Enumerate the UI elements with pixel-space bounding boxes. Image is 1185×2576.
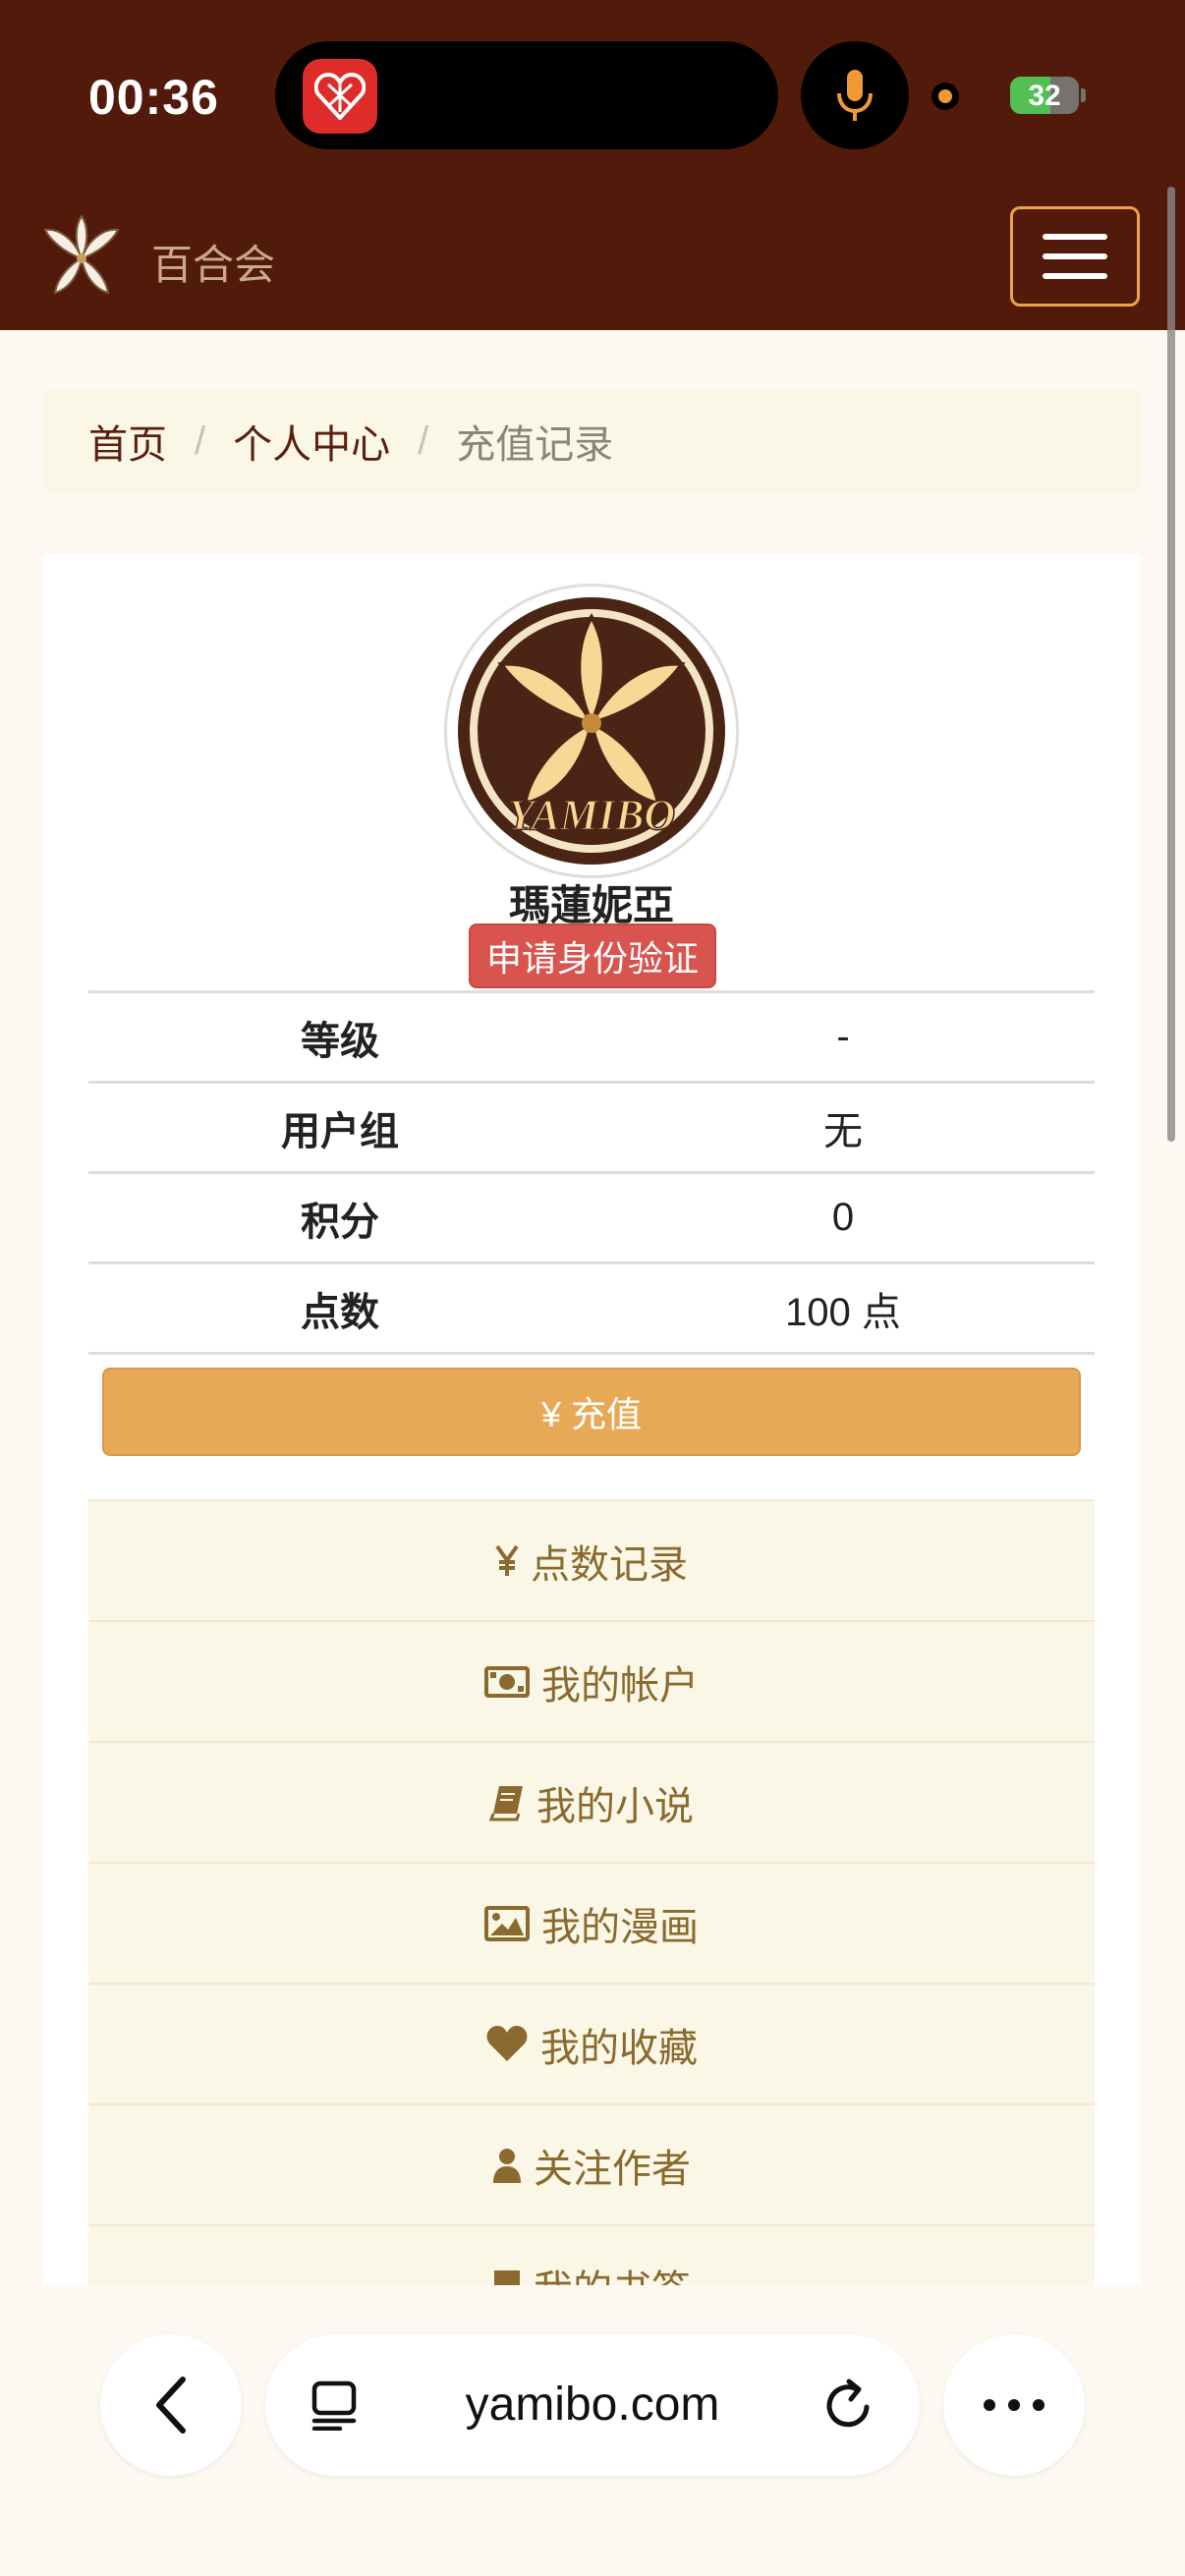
microphone-icon (801, 41, 909, 149)
privacy-indicator-icon (931, 83, 959, 110)
yen-icon (495, 1544, 519, 1576)
score-value: 0 (831, 1196, 855, 1239)
more-options-button[interactable] (943, 2334, 1085, 2476)
apply-verification-button[interactable]: 申请身份验证 (469, 924, 716, 988)
reload-icon[interactable] (823, 2378, 875, 2437)
menu-item-points-record[interactable]: 点数记录 (88, 1499, 1095, 1620)
menu-item-my-favorites[interactable]: 我的收藏 (88, 1983, 1095, 2103)
avatar: YAMIBO (444, 584, 739, 878)
menu-item-label: 我的漫画 (541, 1905, 699, 1949)
status-time: 00:36 (88, 70, 219, 125)
breadcrumb-separator: / (418, 419, 429, 463)
svg-text:YAMIBO: YAMIBO (508, 791, 675, 839)
app-activity-icon (303, 59, 377, 134)
menu-item-my-comics[interactable]: 我的漫画 (88, 1862, 1095, 1983)
image-icon (484, 1905, 530, 1941)
top-bar: 00:36 32 百合会 (0, 0, 1185, 330)
hamburger-menu-button[interactable] (1010, 206, 1140, 307)
menu-item-label: 点数记录 (531, 1542, 688, 1587)
user-group-label: 用户组 (281, 1109, 399, 1153)
table-row: 用户组 无 (88, 1084, 1095, 1174)
breadcrumb-separator: / (195, 419, 206, 463)
battery-level: 32 (1028, 80, 1061, 112)
money-bill-icon (484, 1665, 530, 1698)
menu-item-followed-authors[interactable]: 关注作者 (88, 2103, 1095, 2224)
chevron-left-icon (156, 2377, 186, 2434)
dynamic-island (275, 41, 778, 149)
points-value: 100 点 (785, 1290, 901, 1334)
url-text[interactable]: yamibo.com (265, 2378, 920, 2432)
points-label: 点数 (301, 1290, 379, 1334)
breadcrumb-home-link[interactable]: 首页 (88, 413, 167, 470)
level-value: - (836, 1015, 850, 1058)
recharge-button[interactable]: ¥ 充值 (102, 1368, 1081, 1456)
profile-card: YAMIBO 瑪蓮妮亞 申请身份验证 等级 - 用户组 无 积分 0 点数 10… (43, 554, 1140, 2345)
back-button[interactable] (100, 2334, 242, 2476)
more-icon (984, 2399, 1044, 2411)
menu-item-label: 我的收藏 (540, 2026, 698, 2070)
brand-name[interactable]: 百合会 (151, 232, 275, 292)
user-icon (493, 2148, 521, 2183)
table-row: 点数 100 点 (88, 1264, 1095, 1355)
address-bar[interactable]: yamibo.com (265, 2334, 920, 2476)
score-label: 积分 (301, 1200, 379, 1244)
menu-item-my-novels[interactable]: 我的小说 (88, 1741, 1095, 1862)
level-label: 等级 (301, 1019, 379, 1063)
breadcrumb-personal-center-link[interactable]: 个人中心 (233, 413, 390, 470)
breadcrumb: 首页 / 个人中心 / 充值记录 (43, 389, 1140, 493)
menu-item-label: 我的帐户 (541, 1663, 699, 1708)
menu-item-my-account[interactable]: 我的帐户 (88, 1620, 1095, 1741)
breadcrumb-current: 充值记录 (456, 423, 614, 467)
table-row: 积分 0 (88, 1174, 1095, 1264)
user-group-value: 无 (823, 1109, 863, 1153)
book-icon (489, 1785, 523, 1820)
table-row: 等级 - (88, 993, 1095, 1084)
account-menu-list: 点数记录 我的帐户 我的小说 我的漫画 我的收藏 关注作者 我的书签 (88, 1499, 1095, 2345)
menu-item-label: 关注作者 (534, 2147, 691, 2191)
lily-logo-icon[interactable] (39, 214, 124, 303)
page-scrollbar[interactable] (1167, 187, 1175, 1142)
heart-icon (486, 2025, 528, 2061)
battery-icon: 32 (1010, 77, 1079, 114)
user-info-table: 等级 - 用户组 无 积分 0 点数 100 点 (88, 990, 1095, 1355)
menu-item-label: 我的小说 (536, 1784, 694, 1828)
